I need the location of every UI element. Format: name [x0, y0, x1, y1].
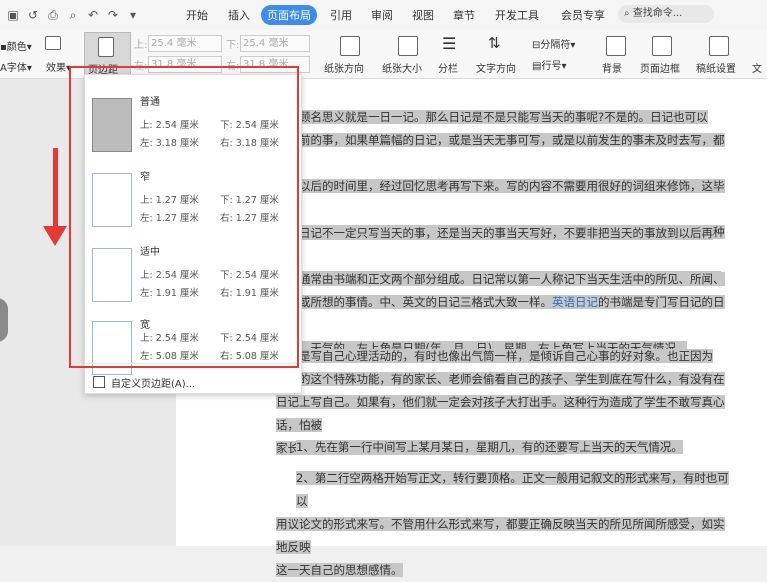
search-command[interactable]: ⌕ 查找命令... — [618, 5, 714, 23]
paper-setting-button[interactable]: 稿纸设置 — [694, 32, 744, 76]
search-icon: ⌕ — [624, 8, 630, 19]
palette-icon: ▪ — [0, 42, 7, 53]
text-line: 2、第二行空两格开始写正文，转行要顶格。正文一般用记叙文的形式来写，有时也可以 — [296, 471, 729, 508]
top-label: 上: — [134, 40, 148, 51]
page-border-button[interactable]: 页面边框 — [638, 32, 688, 76]
color-button[interactable]: ▪颜色▾ — [0, 38, 32, 53]
bottom-label: 下: — [226, 40, 240, 51]
text-line: 日记的这个特殊功能，有的家长、老师会偷看自己的孩子、学生到底在写什么，有没有在 — [276, 372, 725, 386]
orientation-button[interactable]: 纸张方向 — [322, 32, 374, 76]
paragraph[interactable]: 日记顾名思义就是一日一记。那么日记是不是只能写当天的事呢?不是的。日记也可以写以… — [276, 106, 731, 290]
undo-icon[interactable]: ↶ — [86, 8, 100, 22]
font-icon: A — [0, 63, 7, 74]
red-arrow-shaft — [53, 148, 58, 228]
background-button[interactable]: 背景 — [600, 32, 632, 76]
separator-button[interactable]: ⊟分隔符▾ — [532, 36, 575, 51]
redo-icon[interactable]: ↷ — [106, 8, 120, 22]
red-arrow-down-icon — [43, 226, 67, 246]
english-diary-link[interactable]: 英语日记 — [552, 295, 598, 309]
tab-member[interactable]: 会员专享 — [561, 7, 605, 23]
background-icon — [606, 36, 626, 56]
save-icon[interactable]: ▣ — [6, 8, 20, 22]
text-line: 以在以后的时间里，经过回忆思考再写下来。写的内容不需要用很好的词组来修饰，这毕竟 — [276, 175, 731, 221]
paragraph[interactable]: 1、先在第一行中间写上某月某日，星期几，有的还要写上当天的天气情况。 — [276, 436, 731, 459]
text-direction-icon: ⇅ — [488, 34, 501, 52]
tab-developer[interactable]: 开发工具 — [495, 7, 539, 23]
tab-page-layout[interactable]: 页面布局 — [261, 5, 317, 25]
page-border-icon — [652, 36, 672, 56]
text-line: 这一天自己的思想感情。 — [276, 563, 403, 577]
text-line: 用议论文的形式来写。不管用什么形式来写，都要正确反映当天的所见所闻所感受，如实地… — [276, 517, 725, 554]
tab-references[interactable]: 引用 — [330, 7, 352, 23]
margins-icon — [98, 37, 114, 57]
paper-size-button[interactable]: 纸张大小 — [380, 32, 432, 76]
tab-insert[interactable]: 插入 — [228, 7, 250, 23]
text-line: 日记上写自己。如果有，他们就一定会对孩子大打出手。这种行为造成了学生不敢写真心话… — [276, 395, 725, 432]
text-line: 所感或所想的事情。中、英文的日记三格式大致一样。英语日记的书端是专门写日记的日期… — [276, 291, 731, 337]
side-panel-handle[interactable] — [0, 298, 8, 342]
tab-chapter[interactable]: 章节 — [453, 7, 475, 23]
search-placeholder: 查找命令... — [632, 8, 683, 19]
bottom-margin-input[interactable]: 25.4 毫米 — [240, 35, 310, 52]
orientation-icon — [340, 36, 360, 56]
effect-icon[interactable] — [45, 36, 61, 50]
effect-button[interactable]: 效果▾ — [46, 59, 71, 74]
text-line: 日记是写自己心理活动的，有时也像出气筒一样，是倾诉自己心事的好对象。也正因为 — [276, 349, 713, 363]
columns-button[interactable]: ☰ 分栏 — [436, 32, 468, 76]
paper-size-icon — [398, 36, 418, 56]
text-line: 写以前的事，如果单篇幅的日记，或是当天无事可写，或是以前发生的事未及时去写，都可 — [276, 129, 731, 175]
font-theme-button[interactable]: A字体▾ — [0, 59, 32, 74]
text-line: 1、先在第一行中间写上某月某日，星期几，有的还要写上当天的天气情况。 — [296, 440, 683, 454]
columns-icon: ☰ — [442, 34, 457, 53]
tab-review[interactable]: 审阅 — [371, 7, 393, 23]
line-number-button[interactable]: ▤行号▾ — [532, 57, 566, 72]
text-line: 日记通常由书端和正文两个部分组成。日记常以第一人称记下当天生活中的所见、所闻、 — [276, 272, 725, 286]
menu-bar: ▣ ↺ ⎙ ⌕ ↶ ↷ ▾ 开始 插入 页面布局 引用 审阅 视图 章节 开发工… — [0, 0, 767, 31]
custom-margins-item[interactable]: 自定义页边距(A)... — [93, 375, 195, 390]
quick-access-toolbar: ▣ ↺ ⎙ ⌕ ↶ ↷ ▾ — [6, 7, 140, 23]
paragraph[interactable]: 2、第二行空两格开始写正文，转行要顶格。正文一般用记叙文的形式来写，有时也可以用… — [276, 467, 731, 582]
text-more-label[interactable]: 文 — [752, 60, 762, 75]
print-icon[interactable]: ⎙ — [46, 8, 60, 23]
top-margin-input[interactable]: 25.4 毫米 — [148, 35, 222, 52]
text-line: 日记顾名思义就是一日一记。那么日记是不是只能写当天的事呢?不是的。日记也可以 — [276, 110, 708, 124]
highlight-box — [69, 66, 299, 368]
print-preview-icon[interactable]: ⌕ — [66, 8, 80, 23]
text-direction-button[interactable]: ⇅ 文字方向 — [474, 32, 526, 76]
text-line: 虽然日记不一定只写当天的事，还是当天的事当天写好，不要非把当天的事放到以后再 — [276, 226, 713, 240]
tab-view[interactable]: 视图 — [412, 7, 434, 23]
paragraph[interactable]: 虽然日记不一定只写当天的事，还是当天的事当天写好，不要非把当天的事放到以后再 — [276, 222, 731, 245]
tab-home[interactable]: 开始 — [186, 7, 208, 23]
more-icon[interactable]: ▾ — [126, 8, 140, 22]
custom-margins-icon — [93, 376, 105, 388]
undo-history-icon[interactable]: ↺ — [26, 8, 40, 22]
grid-paper-icon — [709, 36, 729, 56]
